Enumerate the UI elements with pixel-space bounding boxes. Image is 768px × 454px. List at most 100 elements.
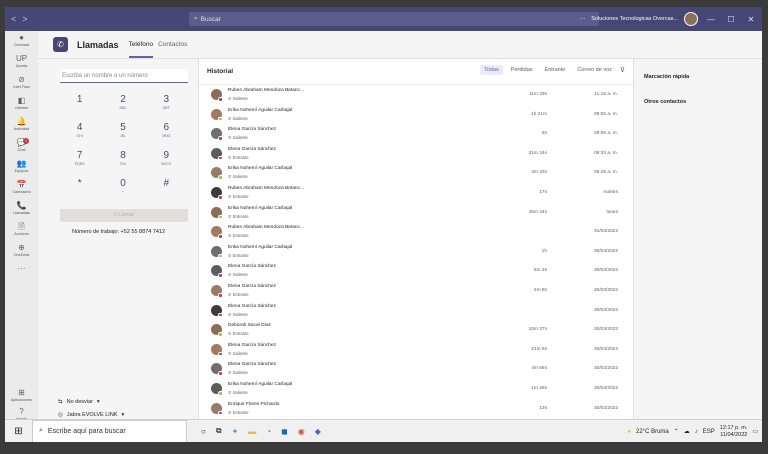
rail-item[interactable]: 🗎 Archivos (5, 222, 38, 241)
call-button[interactable]: ✆ Llamar (60, 209, 188, 222)
rail-icon: 🗎 (18, 222, 25, 231)
phone-icon: ✆ (53, 37, 68, 52)
rail-item[interactable]: 🔔 Actividad (5, 117, 38, 136)
key-letters: JKL (119, 134, 126, 138)
tab-phone[interactable]: Teléfono (128, 31, 153, 59)
forward-arrow-icon[interactable]: > (22, 14, 27, 24)
call-date: martes (603, 190, 618, 195)
history-row[interactable]: Erika Nohemí Aguilar Carbajal ✆ Saliente 1… (199, 106, 633, 126)
app-icon[interactable]: ✦ (232, 427, 239, 436)
direction-label: Entrante (232, 252, 249, 258)
dial-key[interactable]: 5 JKL (101, 121, 144, 143)
tab-contacts[interactable]: Contactos (158, 31, 187, 59)
filter-icon[interactable]: ⊽ (620, 66, 625, 74)
volume-icon[interactable]: ♪ (695, 429, 698, 435)
chevron-up-icon[interactable]: ⌃ (674, 428, 679, 435)
org-name[interactable]: Soluciones Tecnologicas Overcas... (591, 16, 678, 22)
key-digit: 0 (120, 178, 126, 189)
taskbar-search[interactable]: ⌕ Escribe aquí para buscar (32, 419, 187, 442)
network-icon[interactable]: ☁ (684, 428, 690, 435)
history-row[interactable]: Elena García Sánchez ✆ Entrante 21m 34s 09:… (199, 145, 633, 165)
rail-item[interactable]: 👥 Equipos (5, 159, 38, 178)
file-explorer-icon[interactable]: ▬ (248, 427, 256, 436)
call-duration: 17s (539, 190, 547, 195)
call-direction: ✆ Saliente (228, 312, 248, 317)
history-row[interactable]: Elena García Sánchez ✆ Saliente 21m 6s 30/0… (199, 341, 633, 361)
filter-voicemail[interactable]: Correo de voz (573, 65, 616, 75)
cortana-icon[interactable]: ○ (201, 427, 206, 436)
contact-name: Deborah Sacal Díaz (228, 323, 271, 329)
rail-item[interactable]: ● Overcast (5, 33, 38, 52)
dial-key[interactable]: 0 + (101, 177, 144, 199)
dial-key[interactable]: 2 ABC (101, 93, 144, 115)
chrome-icon[interactable]: ◉ (298, 427, 305, 436)
rail-item[interactable]: ··· (5, 264, 38, 283)
dial-key[interactable]: 6 MNO (145, 121, 188, 143)
user-avatar[interactable] (684, 12, 698, 26)
call-date: 09:55 a. m. (594, 111, 618, 117)
outlook-icon[interactable]: ◼ (281, 427, 288, 436)
history-row[interactable]: Elena García Sánchez ✆ Entrante 2m 8s 30/03… (199, 282, 633, 302)
speed-dial-panel: Marcación rápida Otros contactos (633, 59, 762, 419)
contact-name: Elena García Sánchez (228, 284, 276, 289)
history-row[interactable]: Ruben Abraham Mendoza Betanc... ✆ Entrant… (199, 223, 633, 243)
task-view-icon[interactable]: ⧉ (216, 426, 222, 436)
contact-name: Erika Nohemí Aguilar Carbajal (228, 107, 293, 113)
filter-incoming[interactable]: Entrante (541, 65, 570, 75)
rail-item-apps[interactable]: ⊞ Aplicaciones (5, 388, 38, 407)
rail-item[interactable]: ◧ Yammer (5, 96, 38, 115)
history-header: Historial Todas Perdidas Entrante Correo… (199, 59, 633, 85)
close-button[interactable]: ✕ (744, 15, 758, 24)
history-row[interactable]: Erika Nohemí Aguilar Carbajal ✆ Saliente 3… (199, 164, 633, 184)
history-row[interactable]: Erika Nohemí Aguilar Carbajal ✆ Saliente 1… (199, 380, 633, 400)
history-row[interactable]: Enrique Flores Pichardo ✆ Entrante 13s 30/0… (199, 400, 633, 420)
clock[interactable]: 12:17 p. m. 11/04/2022 (720, 425, 748, 439)
do-not-forward[interactable]: ⇆ No desviar ▾ (58, 399, 100, 405)
audio-device-selector[interactable]: ◎ Jabra EVOLVE LINK ▾ (58, 412, 124, 418)
teams-icon[interactable]: ◆ (315, 427, 321, 436)
direction-label: Saliente (232, 350, 248, 356)
history-row[interactable]: Elena García Sánchez ✆ Saliente 4m 56s 30/0… (199, 360, 633, 380)
history-row[interactable]: Ruben Abraham Mendoza Betanc... ✆ Salient… (199, 86, 633, 106)
history-row[interactable]: Elena García Sánchez ✆ Saliente 6m 2s 30/03… (199, 262, 633, 282)
lang-label[interactable]: ESP (703, 429, 715, 435)
dial-key[interactable]: # (145, 177, 188, 199)
number-input[interactable]: Escriba un nombre o un número (60, 69, 188, 83)
history-row[interactable]: Deborah Sacal Díaz ✆ Entrante 10m 37s 30/03… (199, 321, 633, 341)
history-row[interactable]: Elena García Sánchez ✆ Saliente 30/03/2022 (199, 302, 633, 322)
rail-item[interactable]: UP Uporta (5, 54, 38, 73)
dial-key[interactable]: 4 GHI (58, 121, 101, 143)
windows-start-icon[interactable]: ⊞ (5, 426, 32, 437)
direction-label: Entrante (232, 409, 249, 415)
dial-key[interactable]: 1 (58, 93, 101, 115)
dial-key[interactable]: 8 TUV (101, 149, 144, 171)
dial-key[interactable]: * (58, 177, 101, 199)
dial-key[interactable]: 7 PQRS (58, 149, 101, 171)
maximize-button[interactable]: ☐ (724, 15, 738, 24)
history-row[interactable]: Erika Nohemí Aguilar Carbajal ✆ Entrante 4… (199, 204, 633, 224)
presence-status (218, 391, 223, 396)
edge-icon[interactable]: ◔ (266, 427, 271, 436)
back-arrow-icon[interactable]: < (11, 14, 16, 24)
filter-all[interactable]: Todas (480, 65, 503, 75)
rail-item[interactable]: ⊕ OneDesk (5, 243, 38, 262)
call-duration: 2m 8s (533, 288, 547, 293)
search-box[interactable]: ⌕ Buscar (189, 12, 599, 26)
weather-label[interactable]: 22°C Bruma (636, 429, 669, 435)
rail-item[interactable]: 📅 Calendario (5, 180, 38, 199)
minimize-button[interactable]: — (704, 15, 718, 24)
history-row[interactable]: Erika Nohemí Aguilar Carbajal ✆ Entrante 1… (199, 243, 633, 263)
history-row[interactable]: Elena García Sánchez ✆ Saliente 8s 09:55 a.… (199, 125, 633, 145)
title-bar-right: ··· Soluciones Tecnologicas Overcas... —… (580, 7, 758, 31)
rail-item[interactable]: ⊘ Intel Flow (5, 75, 38, 94)
dial-key[interactable]: 3 DEF (145, 93, 188, 115)
notifications-icon[interactable]: ▭ (752, 428, 758, 435)
dial-key[interactable]: 9 WXYZ (145, 149, 188, 171)
direction-label: Entrante (232, 213, 249, 219)
rail-label: OneDesk (13, 253, 30, 257)
filter-missed[interactable]: Perdidas (507, 65, 537, 75)
history-row[interactable]: Ruben Abraham Mendoza Betanc... ✆ Entrant… (199, 184, 633, 204)
rail-item[interactable]: 💬 Chat (5, 138, 38, 157)
more-options-button[interactable]: ··· (580, 16, 586, 22)
rail-item[interactable]: 📞 Llamadas (5, 201, 38, 220)
